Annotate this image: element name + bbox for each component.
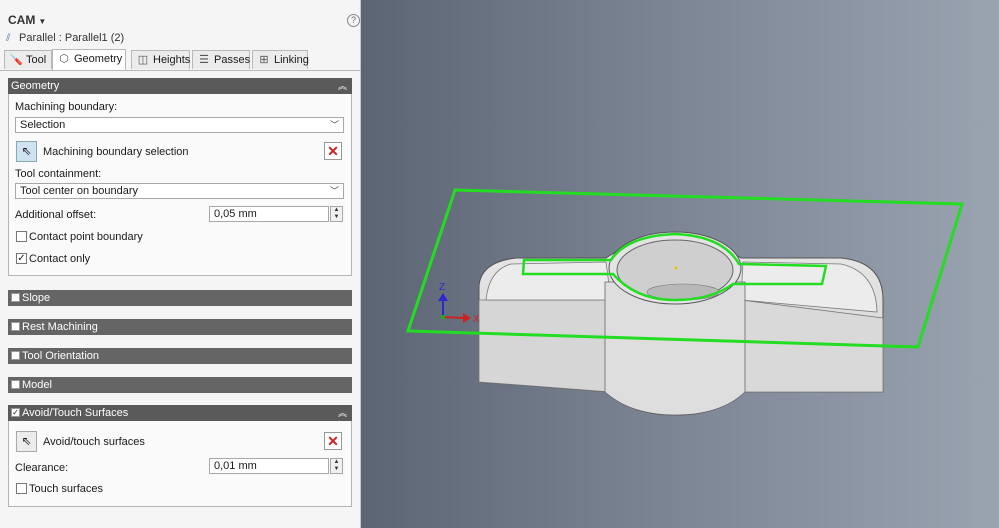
chevron-down-icon: ▼ — [38, 17, 47, 26]
section-geometry-header[interactable]: Geometry ︽ — [8, 78, 352, 94]
section-title: Tool Orientation — [22, 350, 100, 362]
cursor-arrow-icon: ⇖ — [21, 434, 32, 448]
panel-title: CAM — [8, 13, 36, 27]
chevron-down-icon: ﹀ — [329, 120, 339, 130]
section-rest-machining[interactable]: Rest Machining — [8, 319, 352, 335]
chevron-down-icon: ﹀ — [329, 186, 339, 196]
part-front-face — [478, 299, 612, 393]
section-title: Avoid/Touch Surfaces — [22, 407, 129, 419]
section-checkbox[interactable] — [11, 293, 20, 302]
linking-icon: ⊞ — [259, 54, 269, 66]
section-title: Geometry — [11, 80, 60, 92]
help-icon[interactable]: ? — [347, 14, 360, 27]
cam-panel: CAM ▼ ? ⫽ Parallel : Parallel1 (2) 🪛 Tool ⬡… — [0, 0, 361, 528]
contact-only-label: Contact only — [29, 253, 91, 265]
section-avoid-touch[interactable]: ✓ Avoid/Touch Surfaces ︽ — [8, 405, 352, 421]
tool-containment-label: Tool containment: — [15, 168, 102, 180]
collapse-icon: ︽ — [337, 81, 347, 91]
contact-point-boundary-label: Contact point boundary — [29, 231, 143, 243]
geometry-icon: ⬡ — [59, 53, 69, 65]
section-tool-orientation[interactable]: Tool Orientation — [8, 348, 352, 364]
contact-point-boundary-checkbox[interactable] — [16, 231, 27, 242]
operation-name: ⫽ Parallel : Parallel1 (2) — [6, 32, 124, 44]
section-checkbox[interactable]: ✓ — [11, 408, 20, 417]
tool-containment-select[interactable]: Tool center on boundary ﹀ — [15, 183, 344, 199]
operation-icon: ⫽ — [6, 33, 11, 44]
panel-header[interactable]: CAM ▼ — [8, 13, 46, 27]
center-point — [674, 266, 678, 270]
collapse-icon: ︽ — [337, 408, 347, 418]
select-value: Tool center on boundary — [20, 185, 139, 197]
touch-surfaces-label: Touch surfaces — [29, 483, 103, 495]
select-value: Selection — [20, 119, 66, 131]
passes-icon: ☰ — [199, 54, 209, 66]
axis-x-label: X — [473, 314, 480, 325]
axis-triad: Z X — [438, 282, 480, 325]
axis-z-label: Z — [439, 282, 445, 293]
machining-boundary-label: Machining boundary: — [15, 101, 118, 113]
additional-offset-spinner[interactable]: ▲ ▼ — [330, 206, 343, 222]
tab-tool[interactable]: 🪛 Tool — [4, 50, 52, 69]
additional-offset-input[interactable]: 0,05 mm — [209, 206, 329, 222]
touch-surfaces-checkbox[interactable] — [16, 483, 27, 494]
close-icon: ✕ — [327, 143, 339, 159]
clearance-input[interactable]: 0,01 mm — [209, 458, 329, 474]
tab-label: Passes — [214, 54, 251, 66]
clear-surfaces-button[interactable]: ✕ — [324, 432, 342, 450]
tool-icon: 🪛 — [9, 54, 23, 66]
tab-geometry[interactable]: ⬡ Geometry — [52, 49, 126, 70]
section-checkbox[interactable] — [11, 322, 20, 331]
section-title: Slope — [22, 292, 51, 304]
tab-label: Tool — [26, 54, 47, 66]
heights-icon: ◫ — [137, 54, 149, 66]
clearance-spinner[interactable]: ▲ ▼ — [330, 458, 343, 474]
close-icon: ✕ — [327, 433, 339, 449]
additional-offset-label: Additional offset: — [15, 209, 97, 221]
section-checkbox[interactable] — [11, 351, 20, 360]
section-checkbox[interactable] — [11, 380, 20, 389]
clearance-label: Clearance: — [15, 462, 69, 474]
checkmark-icon: ✓ — [17, 253, 26, 264]
tab-linking[interactable]: ⊞ Linking — [252, 50, 309, 69]
boundary-selection-button[interactable]: ⇖ — [16, 141, 37, 162]
tab-label: Geometry — [74, 53, 123, 65]
section-title: Model — [22, 379, 52, 391]
section-model[interactable]: Model — [8, 377, 352, 393]
section-title: Rest Machining — [22, 321, 98, 333]
section-slope[interactable]: Slope — [8, 290, 352, 306]
tab-heights[interactable]: ◫ Heights — [131, 50, 190, 69]
boundary-selection-label: Machining boundary selection — [43, 146, 189, 158]
machining-boundary-select[interactable]: Selection ﹀ — [15, 117, 344, 133]
part-top-left — [485, 261, 612, 301]
model-viewport[interactable]: Z X — [361, 0, 999, 528]
avoid-surfaces-button[interactable]: ⇖ — [16, 431, 37, 452]
model-canvas: Z X — [405, 188, 965, 416]
contact-only-checkbox[interactable]: ✓ — [16, 253, 27, 264]
tab-divider — [0, 70, 361, 71]
clear-boundary-button[interactable]: ✕ — [324, 142, 342, 160]
operation-label: Parallel : Parallel1 (2) — [19, 32, 125, 44]
avoid-surfaces-label: Avoid/touch surfaces — [43, 436, 145, 448]
tab-label: Linking — [274, 54, 309, 66]
cursor-arrow-icon: ⇖ — [21, 144, 32, 158]
tab-passes[interactable]: ☰ Passes — [192, 50, 250, 69]
tab-label: Heights — [153, 54, 191, 66]
